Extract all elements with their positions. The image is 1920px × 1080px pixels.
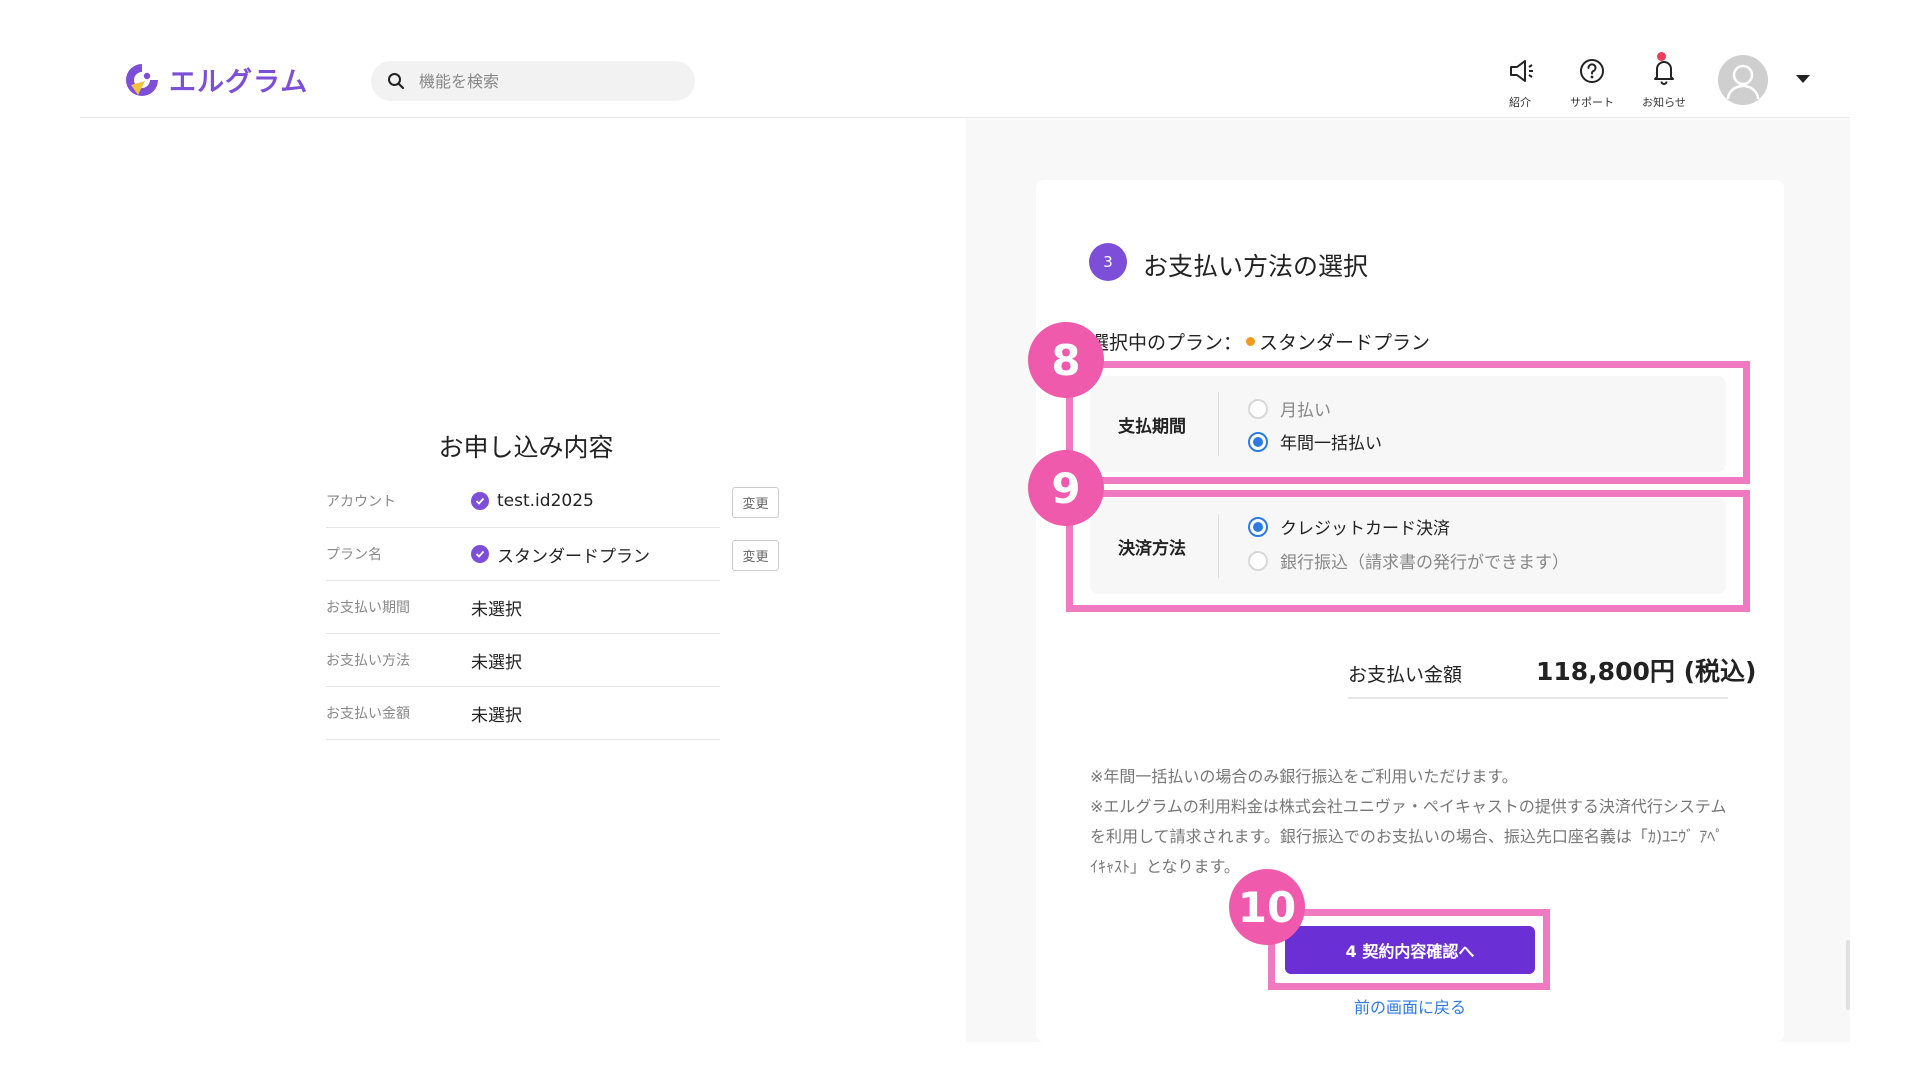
summary-row-method: お支払い方法 未選択 — [326, 634, 720, 687]
search-input[interactable] — [419, 71, 669, 91]
change-plan-button[interactable]: 変更 — [732, 540, 779, 571]
summary-value: スタンダードプラン — [471, 542, 650, 567]
summary-title: お申し込み内容 — [438, 433, 614, 462]
plan-dot-icon — [1246, 337, 1256, 346]
selected-plan-line: 選択中のプラン： スタンダードプラン — [1090, 328, 1430, 355]
account-id: test.id2025 — [497, 491, 594, 511]
help-icon — [1577, 56, 1607, 90]
avatar[interactable] — [1718, 55, 1768, 105]
amount-value: 118,800円 (税込) — [1536, 657, 1757, 686]
summary-row-period: お支払い期間 未選択 — [326, 581, 720, 634]
summary-label: お支払い方法 — [326, 653, 410, 669]
check-circle-icon — [471, 492, 489, 510]
summary-value: 未選択 — [471, 652, 522, 673]
plan-name: スタンダードプラン — [497, 546, 650, 567]
summary-row-plan: プラン名 スタンダードプラン 変更 — [326, 528, 779, 581]
summary-table: アカウント test.id2025 変更 プラン名 スタンダードプラン 変更 お… — [326, 475, 779, 740]
search-box[interactable] — [371, 61, 695, 101]
section-title: お支払い方法の選択 — [1143, 252, 1369, 281]
back-link[interactable]: 前の画面に戻る — [1285, 994, 1535, 1018]
amount-underline — [1348, 697, 1728, 699]
summary-value: 未選択 — [471, 599, 522, 620]
summary-label: プラン名 — [326, 547, 382, 563]
summary-label: お支払い金額 — [326, 706, 410, 722]
step-number-badge: 3 — [1089, 243, 1127, 281]
selected-plan-prefix: 選択中のプラン： — [1090, 332, 1243, 354]
highlight-box-confirm — [1268, 909, 1550, 990]
highlight-box-period — [1066, 361, 1750, 484]
notice-label: お知らせ — [1642, 96, 1686, 109]
check-circle-icon — [471, 545, 489, 563]
brand-logo-icon — [123, 61, 161, 99]
search-icon — [387, 72, 405, 90]
annotation-badge-9: 9 — [1028, 450, 1104, 526]
brand-logo[interactable]: エルグラム — [123, 60, 308, 99]
brand-name: エルグラム — [169, 67, 309, 98]
bell-icon — [1649, 52, 1679, 90]
highlight-box-method — [1066, 490, 1750, 612]
amount-label: お支払い金額 — [1348, 664, 1463, 686]
support-button[interactable]: サポート — [1560, 56, 1624, 110]
payment-notes: ※年間一括払いの場合のみ銀行振込をご利用いただけます。 ※エルグラムの利用料金は… — [1090, 762, 1730, 882]
support-label: サポート — [1570, 96, 1614, 109]
change-account-button[interactable]: 変更 — [732, 487, 779, 518]
intro-label: 紹介 — [1509, 96, 1531, 109]
note-line: ※エルグラムの利用料金は株式会社ユニヴァ・ペイキャストの提供する決済代行システム… — [1090, 797, 1727, 876]
summary-value: test.id2025 — [471, 491, 594, 511]
notification-dot — [1657, 52, 1666, 61]
selected-plan-name: スタンダードプラン — [1259, 332, 1431, 354]
note-line: ※年間一括払いの場合のみ銀行振込をご利用いただけます。 — [1090, 767, 1518, 786]
top-header: エルグラム 紹介 サポート お知らせ — [80, 0, 1850, 118]
summary-label: お支払い期間 — [326, 600, 410, 616]
summary-label: アカウント — [326, 494, 396, 510]
summary-value: 未選択 — [471, 705, 522, 726]
summary-row-amount: お支払い金額 未選択 — [326, 687, 720, 740]
annotation-badge-8: 8 — [1028, 322, 1104, 398]
summary-row-account: アカウント test.id2025 変更 — [326, 475, 779, 528]
megaphone-icon — [1505, 56, 1535, 90]
scrollbar[interactable] — [1846, 940, 1850, 1010]
notice-button[interactable]: お知らせ — [1632, 52, 1696, 110]
chevron-down-icon[interactable] — [1796, 75, 1810, 83]
intro-button[interactable]: 紹介 — [1488, 56, 1552, 110]
annotation-badge-10: 10 — [1229, 869, 1305, 945]
